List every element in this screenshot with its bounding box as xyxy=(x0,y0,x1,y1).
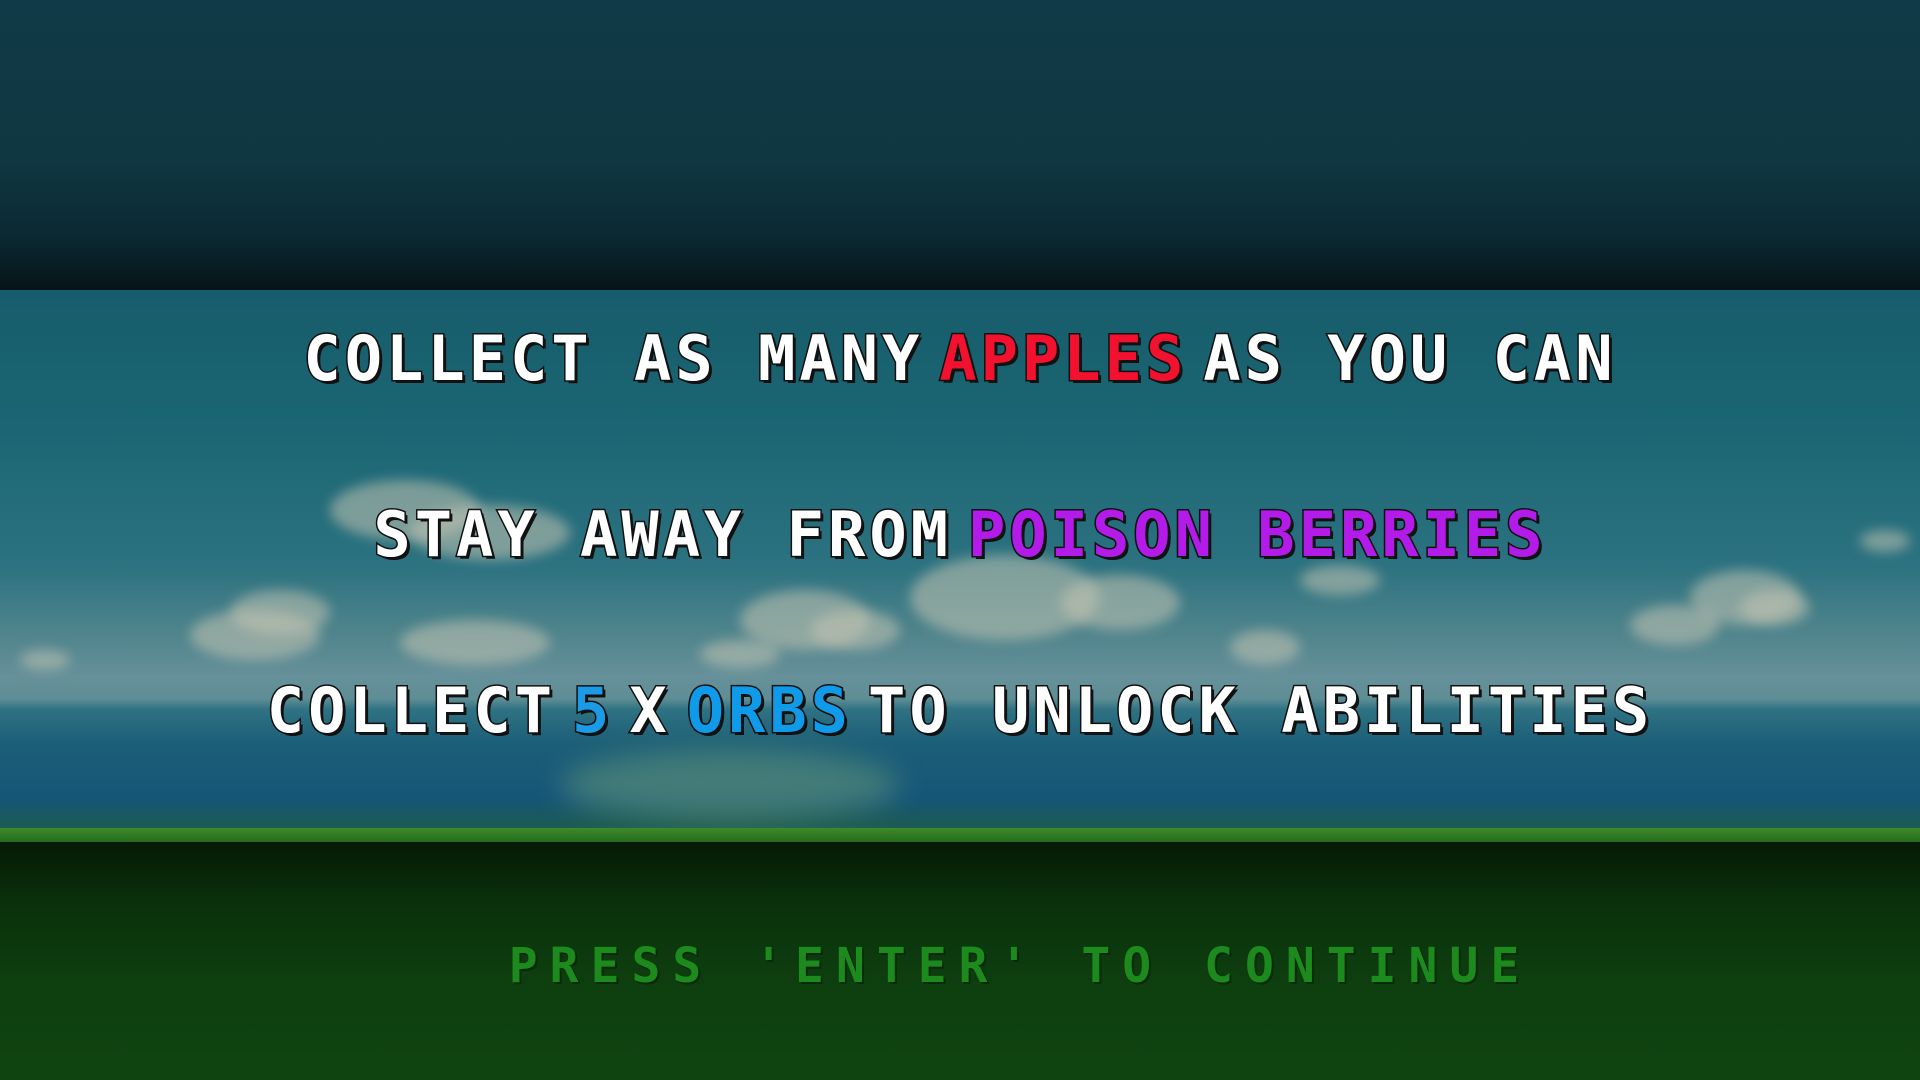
instruction-text: TO UNLOCK ABILITIES xyxy=(867,673,1654,749)
horizon-glow xyxy=(560,750,900,820)
instruction-poison-berries: STAY AWAY FROM POISON BERRIES xyxy=(0,497,1920,573)
instruction-text: AS YOU CAN xyxy=(1202,321,1617,397)
cloud xyxy=(1060,575,1180,630)
grass-strip xyxy=(0,828,1920,842)
cloud xyxy=(230,590,330,635)
cloud xyxy=(700,640,780,668)
cloud xyxy=(400,620,550,665)
cloud xyxy=(1630,605,1720,645)
press-enter-prompt: PRESS 'ENTER' TO CONTINUE xyxy=(508,938,1532,994)
orb-count: 5 xyxy=(571,673,614,749)
cloud xyxy=(1740,590,1810,625)
cloud xyxy=(20,650,70,670)
orbs-highlight: ORBS xyxy=(685,673,853,749)
apples-highlight: APPLES xyxy=(938,321,1188,397)
instruction-text: COLLECT xyxy=(265,673,557,749)
game-instructions-screen: COLLECT AS MANY APPLES AS YOU CAN STAY AWA… xyxy=(0,0,1920,1080)
cloud xyxy=(810,610,900,650)
top-dark-band xyxy=(0,0,1920,290)
instruction-orbs: COLLECT 5 X ORBS TO UNLOCK ABILITIES xyxy=(0,673,1920,749)
instruction-text: STAY AWAY FROM xyxy=(372,497,952,573)
instruction-apples: COLLECT AS MANY APPLES AS YOU CAN xyxy=(0,321,1920,397)
times-symbol: X xyxy=(628,673,671,749)
cloud xyxy=(1230,630,1300,665)
poison-berries-highlight: POISON BERRIES xyxy=(967,497,1547,573)
instruction-text: COLLECT AS MANY xyxy=(302,321,924,397)
